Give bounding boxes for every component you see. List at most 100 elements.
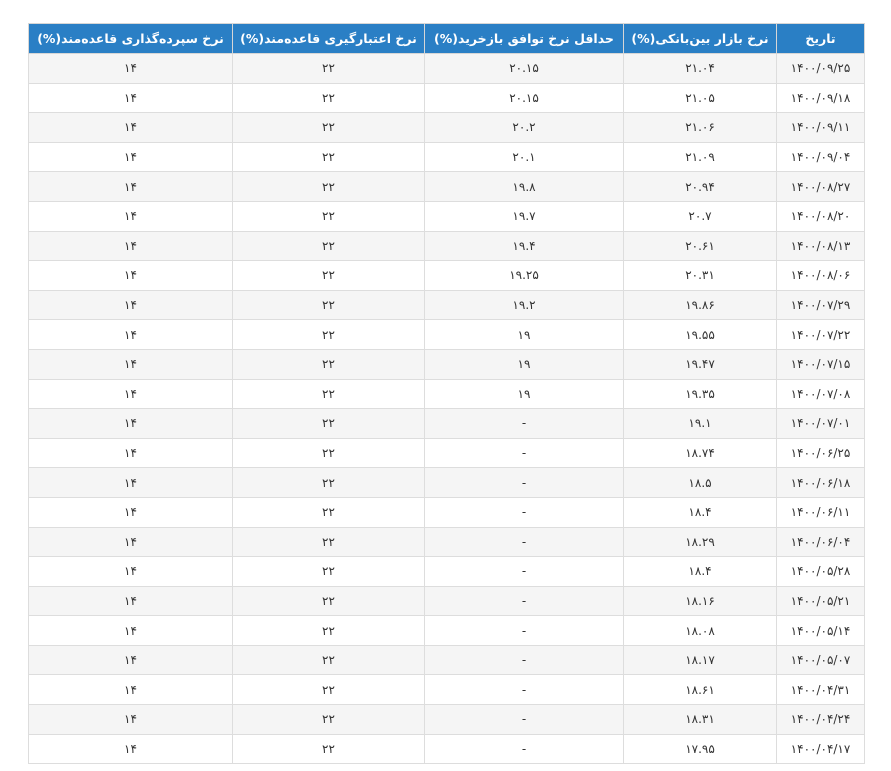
standing-deposit-rate-cell: ۱۴	[28, 408, 233, 439]
standing-credit-rate-cell: ۲۲	[232, 408, 425, 439]
standing-credit-rate-cell: ۲۲	[232, 230, 425, 262]
column-header-min-repo-rate: حداقل نرخ توافق بازخرید(%)	[424, 23, 624, 54]
interbank-rate-cell: ۱۹.۱	[623, 408, 777, 439]
date-cell: ۱۴۰۰/۰۹/۲۵	[776, 53, 865, 84]
min-repo-rate-cell: ۱۹.۴	[424, 230, 624, 262]
date-cell: ۱۴۰۰/۰۸/۲۷	[776, 171, 865, 202]
standing-credit-rate-cell: ۲۲	[232, 289, 425, 321]
table-header: تاریخ نرخ بازار بین‌بانکی(%) حداقل نرخ ت…	[28, 23, 865, 54]
standing-deposit-rate-cell: ۱۴	[28, 733, 233, 765]
interbank-rate-cell: ۱۸.۴	[623, 496, 777, 528]
interbank-rate-cell: ۱۷.۹۵	[623, 733, 777, 765]
table-row: ۱۴۰۰/۰۸/۲۷ ۲۰.۹۴ ۱۹.۸ ۲۲ ۱۴	[28, 171, 865, 202]
interbank-rate-cell: ۱۸.۳۱	[623, 704, 777, 735]
table-row: ۱۴۰۰/۰۵/۲۱ ۱۸.۱۶-۲۲ ۱۴	[28, 585, 865, 617]
standing-deposit-rate-cell: ۱۴	[28, 644, 233, 676]
column-header-date: تاریخ	[776, 23, 865, 54]
date-cell: ۱۴۰۰/۰۹/۰۴	[776, 141, 865, 173]
date-cell: ۱۴۰۰/۰۷/۰۸	[776, 378, 865, 410]
table-row: ۱۴۰۰/۰۵/۱۴ ۱۸.۰۸-۲۲ ۱۴	[28, 615, 865, 646]
table-row: ۱۴۰۰/۰۸/۱۳ ۲۰.۶۱ ۱۹.۴ ۲۲ ۱۴	[28, 230, 865, 262]
standing-deposit-rate-cell: ۱۴	[28, 674, 233, 706]
date-cell: ۱۴۰۰/۰۴/۱۷	[776, 733, 865, 765]
min-repo-rate-cell: -	[424, 526, 624, 558]
standing-credit-rate-cell: ۲۲	[232, 260, 425, 291]
standing-credit-rate-cell: ۲۲	[232, 615, 425, 646]
interbank-rate-cell: ۲۰.۶۱	[623, 230, 777, 262]
standing-credit-rate-cell: ۲۲	[232, 556, 425, 587]
min-repo-rate-cell: -	[424, 585, 624, 617]
standing-deposit-rate-cell: ۱۴	[28, 112, 233, 143]
standing-deposit-rate-cell: ۱۴	[28, 378, 233, 410]
table-row: ۱۴۰۰/۰۶/۱۱ ۱۸.۴-۲۲ ۱۴	[28, 496, 865, 528]
interbank-rate-cell: ۱۹.۵۵	[623, 319, 777, 350]
standing-credit-rate-cell: ۲۲	[232, 53, 425, 84]
table-row: ۱۴۰۰/۰۷/۲۲ ۱۹.۵۵ ۱۹ ۲۲ ۱۴	[28, 319, 865, 350]
standing-deposit-rate-cell: ۱۴	[28, 615, 233, 646]
standing-credit-rate-cell: ۲۲	[232, 112, 425, 143]
table-row: ۱۴۰۰/۰۵/۲۸ ۱۸.۴-۲۲ ۱۴	[28, 556, 865, 587]
standing-deposit-rate-cell: ۱۴	[28, 141, 233, 173]
table-row: ۱۴۰۰/۰۷/۲۹ ۱۹.۸۶ ۱۹.۲ ۲۲ ۱۴	[28, 289, 865, 321]
header-row: تاریخ نرخ بازار بین‌بانکی(%) حداقل نرخ ت…	[28, 23, 865, 54]
standing-deposit-rate-cell: ۱۴	[28, 348, 233, 380]
column-header-interbank-rate: نرخ بازار بین‌بانکی(%)	[623, 23, 777, 54]
date-cell: ۱۴۰۰/۰۴/۳۱	[776, 674, 865, 706]
date-cell: ۱۴۰۰/۰۶/۲۵	[776, 437, 865, 469]
table-row: ۱۴۰۰/۰۶/۰۴ ۱۸.۲۹-۲۲ ۱۴	[28, 526, 865, 558]
date-cell: ۱۴۰۰/۰۷/۰۱	[776, 408, 865, 439]
standing-deposit-rate-cell: ۱۴	[28, 556, 233, 587]
standing-deposit-rate-cell: ۱۴	[28, 260, 233, 291]
date-cell: ۱۴۰۰/۰۸/۰۶	[776, 260, 865, 291]
standing-credit-rate-cell: ۲۲	[232, 733, 425, 765]
min-repo-rate-cell: -	[424, 644, 624, 676]
interbank-rate-cell: ۲۰.۹۴	[623, 171, 777, 202]
date-cell: ۱۴۰۰/۰۸/۲۰	[776, 200, 865, 232]
min-repo-rate-cell: ۱۹	[424, 319, 624, 350]
min-repo-rate-cell: ۲۰.۲	[424, 112, 624, 143]
standing-deposit-rate-cell: ۱۴	[28, 496, 233, 528]
table-row: ۱۴۰۰/۰۷/۰۸ ۱۹.۳۵ ۱۹ ۲۲ ۱۴	[28, 378, 865, 410]
min-repo-rate-cell: ۱۹	[424, 348, 624, 380]
table-row: ۱۴۰۰/۰۸/۲۰ ۲۰.۷ ۱۹.۷ ۲۲ ۱۴	[28, 200, 865, 232]
min-repo-rate-cell: -	[424, 674, 624, 706]
date-cell: ۱۴۰۰/۰۷/۲۹	[776, 289, 865, 321]
min-repo-rate-cell: ۱۹.۲	[424, 289, 624, 321]
interbank-rate-cell: ۲۰.۳۱	[623, 260, 777, 291]
date-cell: ۱۴۰۰/۰۹/۱۸	[776, 82, 865, 114]
standing-credit-rate-cell: ۲۲	[232, 496, 425, 528]
standing-credit-rate-cell: ۲۲	[232, 348, 425, 380]
date-cell: ۱۴۰۰/۰۹/۱۱	[776, 112, 865, 143]
standing-credit-rate-cell: ۲۲	[232, 200, 425, 232]
interbank-rate-cell: ۲۱.۰۴	[623, 53, 777, 84]
interbank-rate-cell: ۱۹.۳۵	[623, 378, 777, 410]
date-cell: ۱۴۰۰/۰۵/۰۷	[776, 644, 865, 676]
min-repo-rate-cell: ۲۰.۱	[424, 141, 624, 173]
min-repo-rate-cell: ۱۹.۸	[424, 171, 624, 202]
table-row: ۱۴۰۰/۰۶/۱۸ ۱۸.۵-۲۲ ۱۴	[28, 467, 865, 498]
column-header-standing-deposit-rate: نرخ سپرده‌گذاری قاعده‌مند(%)	[28, 23, 233, 54]
standing-deposit-rate-cell: ۱۴	[28, 289, 233, 321]
min-repo-rate-cell: -	[424, 408, 624, 439]
standing-credit-rate-cell: ۲۲	[232, 378, 425, 410]
standing-deposit-rate-cell: ۱۴	[28, 585, 233, 617]
min-repo-rate-cell: -	[424, 496, 624, 528]
standing-deposit-rate-cell: ۱۴	[28, 704, 233, 735]
standing-credit-rate-cell: ۲۲	[232, 674, 425, 706]
standing-deposit-rate-cell: ۱۴	[28, 437, 233, 469]
table-row: ۱۴۰۰/۰۹/۲۵ ۲۱.۰۴ ۲۰.۱۵ ۲۲ ۱۴	[28, 53, 865, 84]
interbank-rate-cell: ۲۰.۷	[623, 200, 777, 232]
date-cell: ۱۴۰۰/۰۴/۲۴	[776, 704, 865, 735]
standing-credit-rate-cell: ۲۲	[232, 526, 425, 558]
standing-credit-rate-cell: ۲۲	[232, 319, 425, 350]
interbank-rate-cell: ۱۸.۷۴	[623, 437, 777, 469]
min-repo-rate-cell: ۲۰.۱۵	[424, 53, 624, 84]
standing-credit-rate-cell: ۲۲	[232, 585, 425, 617]
interbank-rate-cell: ۱۸.۰۸	[623, 615, 777, 646]
column-header-standing-credit-rate: نرخ اعتبارگیری قاعده‌مند(%)	[232, 23, 425, 54]
table-row: ۱۴۰۰/۰۴/۲۴ ۱۸.۳۱-۲۲ ۱۴	[28, 704, 865, 735]
standing-credit-rate-cell: ۲۲	[232, 467, 425, 498]
standing-credit-rate-cell: ۲۲	[232, 82, 425, 114]
min-repo-rate-cell: -	[424, 467, 624, 498]
min-repo-rate-cell: -	[424, 615, 624, 646]
